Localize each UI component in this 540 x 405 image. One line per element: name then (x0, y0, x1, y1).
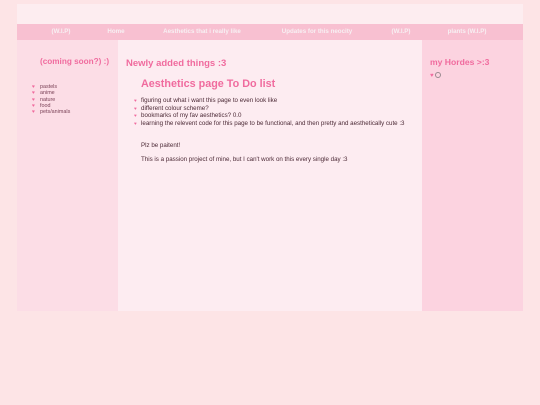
category-label: food (40, 102, 51, 109)
category-item-pets-animals[interactable]: ♥ pets/animals (32, 109, 70, 115)
nav-item-home[interactable]: Home (107, 24, 124, 40)
header-banner (17, 4, 523, 24)
todo-item: ♥ learning the relevent code for this pag… (134, 120, 414, 128)
hordes-title: my Hordes >:3 (430, 57, 490, 67)
todo-item-text: learning the relevent code for this page… (141, 119, 405, 127)
left-sidebar-title: (coming soon?) :) (40, 57, 110, 66)
category-label: pastels (40, 84, 58, 90)
page-title: Newly added things :3 (126, 58, 227, 69)
todo-item-text: different colour scheme? (141, 104, 209, 112)
todo-item: ♥ different colour scheme? (134, 105, 414, 113)
main-content: Newly added things :3 Aesthetics page To… (118, 40, 422, 311)
passion-note: This is a passion project of mine, but I… (141, 156, 348, 163)
category-label: anime (40, 90, 55, 97)
heart-icon: ♥ (134, 105, 137, 111)
hordes-icons: ♥ (430, 72, 441, 80)
todo-heading: Aesthetics page To Do list (141, 78, 276, 90)
todo-item-text: figuring out what i want this page to ev… (141, 97, 278, 104)
heart-icon: ♥ (134, 113, 137, 119)
category-list: ♥ pastels ♥ anime ♥ nature ♥ food ♥ pets/anim… (32, 84, 70, 115)
nav-bar: (W.I.P) Home Aesthetics that i really li… (17, 24, 523, 40)
nav-item-updates[interactable]: Updates for this neocity (282, 24, 352, 40)
right-sidebar: my Hordes >:3 ♥ (422, 40, 523, 311)
heart-icon: ♥ (430, 73, 434, 79)
patience-note: Plz be paitent! (141, 142, 181, 149)
heart-icon: ♥ (134, 120, 137, 126)
heart-icon: ♥ (32, 109, 35, 116)
category-label: pets/animals (40, 109, 71, 116)
nav-item-aesthetics[interactable]: Aesthetics that i really like (163, 24, 241, 40)
nav-item-wip-1[interactable]: (W.I.P) (52, 24, 71, 40)
todo-list: ♥ figuring out what i want this page to e… (134, 97, 414, 127)
todo-item-text: bookmarks of my fav aesthetics? 0.0 (141, 112, 242, 120)
todo-item: ♥ figuring out what i want this page to e… (134, 97, 414, 105)
left-sidebar: (coming soon?) :) ♥ pastels ♥ anime ♥ natur… (17, 40, 118, 311)
nav-item-wip-2[interactable]: (W.I.P) (392, 24, 411, 40)
category-label: nature (40, 96, 56, 103)
ring-icon[interactable] (434, 72, 441, 79)
nav-item-plants[interactable]: plants (W.I.P) (448, 24, 487, 40)
heart-icon: ♥ (134, 98, 137, 103)
todo-item: ♥ bookmarks of my fav aesthetics? 0.0 (134, 112, 414, 120)
